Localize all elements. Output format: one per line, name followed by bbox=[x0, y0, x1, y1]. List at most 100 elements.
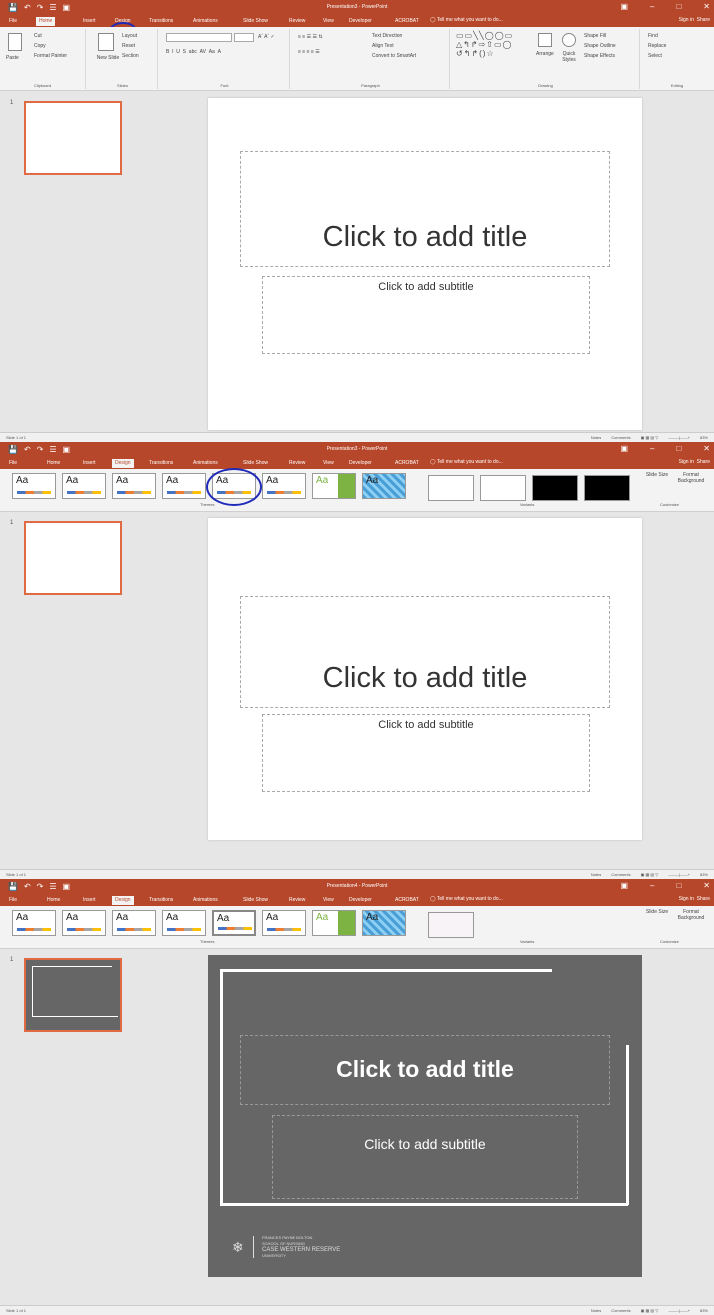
tab-acrobat[interactable]: ACROBAT bbox=[392, 459, 422, 468]
sign-in-link[interactable]: Sign in bbox=[679, 896, 694, 902]
format-background-button[interactable]: Format Background bbox=[672, 909, 710, 921]
tab-insert[interactable]: Insert bbox=[80, 17, 99, 26]
convert-smartart-button[interactable]: Convert to SmartArt bbox=[372, 53, 416, 59]
theme-3[interactable]: Aa bbox=[112, 473, 156, 499]
sign-in-link[interactable]: Sign in bbox=[679, 17, 694, 23]
theme-2[interactable]: Aa bbox=[62, 910, 106, 936]
theme-6[interactable]: Aa bbox=[262, 473, 306, 499]
tab-animations[interactable]: Animations bbox=[190, 896, 221, 905]
paste-icon[interactable] bbox=[8, 33, 22, 51]
tab-view[interactable]: View bbox=[320, 17, 337, 26]
slide-thumbnail[interactable] bbox=[24, 958, 122, 1032]
maximize-icon[interactable]: □ bbox=[676, 881, 681, 890]
tab-home[interactable]: Home bbox=[44, 896, 63, 905]
tab-view[interactable]: View bbox=[320, 896, 337, 905]
format-background-button[interactable]: Format Background bbox=[672, 472, 710, 484]
slide-size-button[interactable]: Slide Size bbox=[644, 909, 670, 915]
maximize-icon[interactable]: □ bbox=[676, 2, 681, 11]
tab-home[interactable]: Home bbox=[36, 17, 56, 26]
tab-view[interactable]: View bbox=[320, 459, 337, 468]
comments-button[interactable]: Comments bbox=[611, 435, 630, 440]
theme-4[interactable]: Aa bbox=[162, 910, 206, 936]
find-button[interactable]: Find bbox=[648, 33, 658, 39]
view-icons[interactable]: ▣ ▦ ▤ ▽ bbox=[641, 1308, 659, 1313]
minimize-icon[interactable]: – bbox=[650, 881, 654, 890]
tab-animations[interactable]: Animations bbox=[190, 17, 221, 26]
font-size-combo[interactable] bbox=[234, 33, 254, 42]
close-icon[interactable]: ✕ bbox=[703, 444, 710, 453]
tab-developer[interactable]: Developer bbox=[346, 459, 375, 468]
subtitle-placeholder[interactable]: Click to add subtitle bbox=[262, 714, 590, 792]
tab-animations[interactable]: Animations bbox=[190, 459, 221, 468]
theme-blue-pattern[interactable]: Aa bbox=[362, 473, 406, 499]
slide-thumbnail[interactable] bbox=[24, 521, 122, 595]
zoom-slider[interactable]: –——|——+ bbox=[668, 435, 690, 440]
tab-developer[interactable]: Developer bbox=[346, 896, 375, 905]
ribbon-display-icon[interactable]: ▣ bbox=[620, 444, 628, 453]
ribbon-display-icon[interactable]: ▣ bbox=[620, 2, 628, 11]
tab-home[interactable]: Home bbox=[44, 459, 63, 468]
tab-transitions[interactable]: Transitions bbox=[146, 459, 176, 468]
variant-1[interactable] bbox=[428, 912, 474, 938]
theme-green[interactable]: Aa bbox=[312, 473, 356, 499]
tell-me-box[interactable]: ◯ Tell me what you want to do... bbox=[430, 459, 503, 465]
notes-button[interactable]: Notes bbox=[591, 1308, 601, 1313]
variant-4[interactable] bbox=[584, 475, 630, 501]
tab-file[interactable]: File bbox=[6, 17, 20, 26]
paste-button[interactable]: Paste bbox=[6, 55, 19, 61]
quick-styles-icon[interactable] bbox=[562, 33, 576, 47]
tab-insert[interactable]: Insert bbox=[80, 896, 99, 905]
align-icons[interactable]: ≡ ≡ ≡ ≡ ☰ bbox=[298, 49, 320, 55]
tab-review[interactable]: Review bbox=[286, 896, 308, 905]
close-icon[interactable]: ✕ bbox=[703, 881, 710, 890]
new-slide-icon[interactable] bbox=[98, 33, 114, 51]
layout-button[interactable]: Layout bbox=[122, 33, 137, 39]
tab-review[interactable]: Review bbox=[286, 17, 308, 26]
theme-4[interactable]: Aa bbox=[162, 473, 206, 499]
minimize-icon[interactable]: – bbox=[650, 444, 654, 453]
title-placeholder[interactable]: Click to add title bbox=[240, 151, 610, 267]
tab-design[interactable]: Design bbox=[112, 459, 134, 468]
minimize-icon[interactable]: – bbox=[650, 2, 654, 11]
text-direction-button[interactable]: Text Direction bbox=[372, 33, 402, 39]
cut-button[interactable]: Cut bbox=[34, 33, 42, 39]
comments-button[interactable]: Comments bbox=[611, 872, 630, 877]
shape-outline-button[interactable]: Shape Outline bbox=[584, 43, 616, 49]
ribbon-display-icon[interactable]: ▣ bbox=[620, 881, 628, 890]
tab-acrobat[interactable]: ACROBAT bbox=[392, 896, 422, 905]
shape-fill-button[interactable]: Shape Fill bbox=[584, 33, 606, 39]
tab-slide-show[interactable]: Slide Show bbox=[240, 17, 271, 26]
zoom-slider[interactable]: –——|——+ bbox=[668, 872, 690, 877]
variant-2[interactable] bbox=[480, 475, 526, 501]
reset-button[interactable]: Reset bbox=[122, 43, 135, 49]
tab-acrobat[interactable]: ACROBAT bbox=[392, 17, 422, 26]
notes-button[interactable]: Notes bbox=[591, 872, 601, 877]
replace-button[interactable]: Replace bbox=[648, 43, 666, 49]
font-format-icons[interactable]: B I U S abc AV Aa A bbox=[166, 49, 221, 55]
zoom-level[interactable]: 83% bbox=[700, 435, 708, 440]
theme-2[interactable]: Aa bbox=[62, 473, 106, 499]
view-icons[interactable]: ▣ ▦ ▤ ▽ bbox=[641, 872, 659, 877]
sign-in-link[interactable]: Sign in bbox=[679, 459, 694, 465]
shape-effects-button[interactable]: Shape Effects bbox=[584, 53, 615, 59]
theme-green[interactable]: Aa bbox=[312, 910, 356, 936]
font-name-combo[interactable] bbox=[166, 33, 232, 42]
maximize-icon[interactable]: □ bbox=[676, 444, 681, 453]
list-icons[interactable]: ≡ ≡ ☰ ☰ ⇅ bbox=[298, 34, 323, 40]
zoom-level[interactable]: 83% bbox=[700, 1308, 708, 1313]
align-text-button[interactable]: Align Text bbox=[372, 43, 394, 49]
tab-design[interactable]: Design bbox=[112, 896, 134, 905]
zoom-level[interactable]: 83% bbox=[700, 872, 708, 877]
tell-me-box[interactable]: ◯ Tell me what you want to do... bbox=[430, 17, 503, 23]
tab-developer[interactable]: Developer bbox=[346, 17, 375, 26]
subtitle-placeholder[interactable]: Click to add subtitle bbox=[272, 1115, 578, 1199]
tell-me-box[interactable]: ◯ Tell me what you want to do... bbox=[430, 896, 503, 902]
title-placeholder[interactable]: Click to add title bbox=[240, 1035, 610, 1105]
tab-transitions[interactable]: Transitions bbox=[146, 896, 176, 905]
quick-styles-button[interactable]: Quick Styles bbox=[558, 51, 580, 63]
variant-3[interactable] bbox=[532, 475, 578, 501]
tab-review[interactable]: Review bbox=[286, 459, 308, 468]
tab-file[interactable]: File bbox=[6, 896, 20, 905]
zoom-slider[interactable]: –——|——+ bbox=[668, 1308, 690, 1313]
theme-3[interactable]: Aa bbox=[112, 910, 156, 936]
